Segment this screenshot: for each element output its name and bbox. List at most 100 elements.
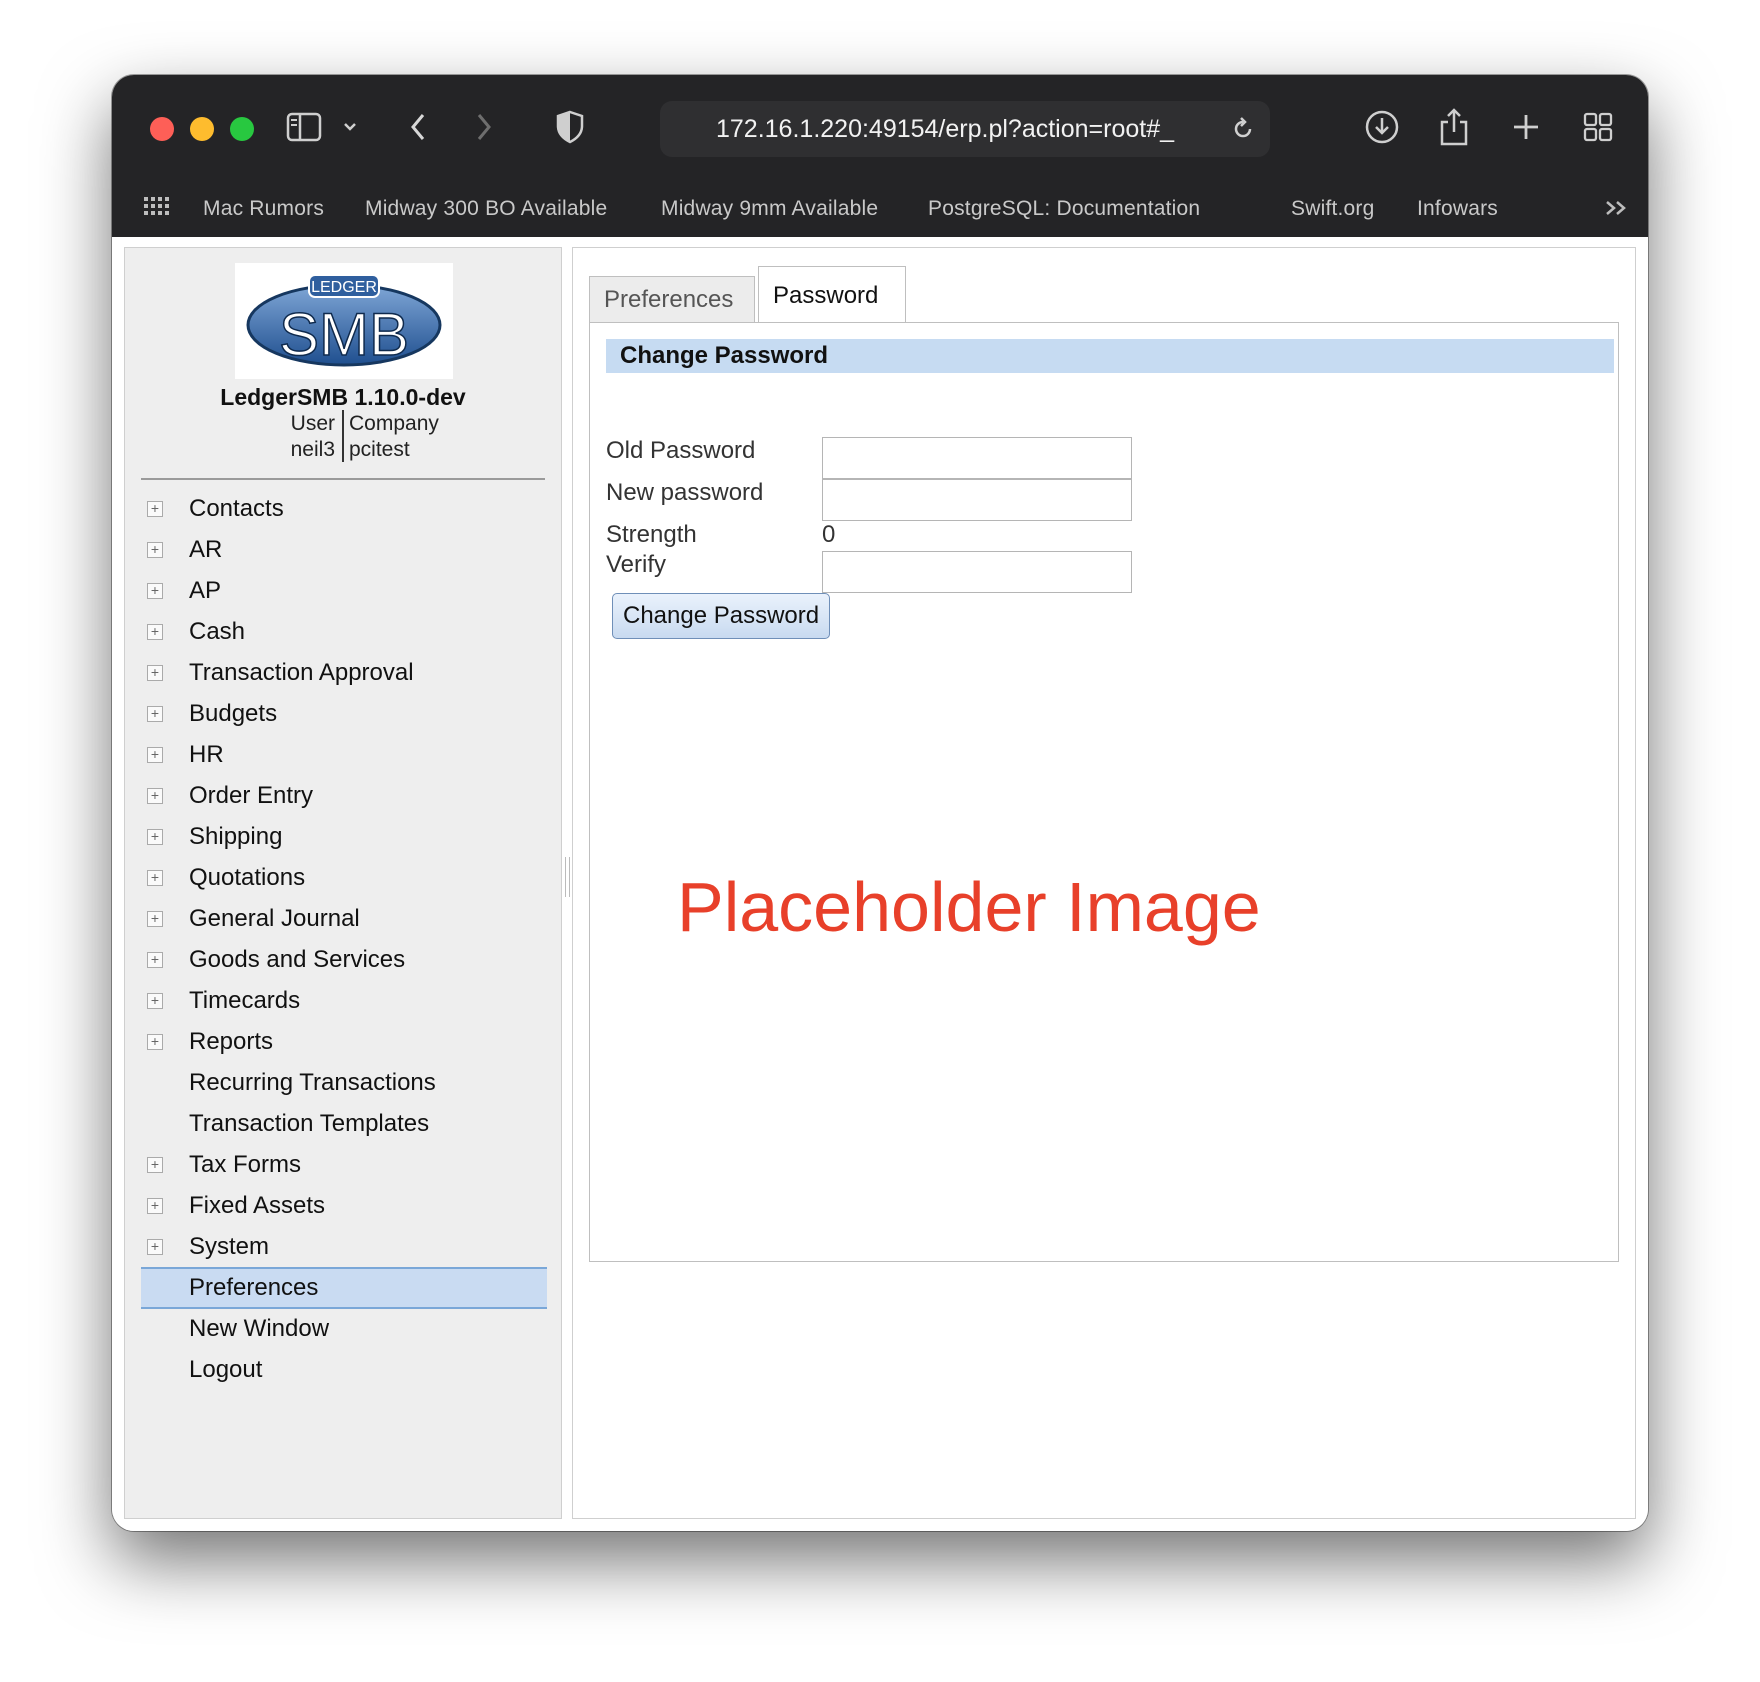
menu-item-label: Reports [189,1028,274,1055]
menu-item-system[interactable]: + System [141,1226,547,1268]
pane-splitter[interactable] [565,857,570,897]
expand-icon[interactable]: + [147,1239,163,1255]
bookmarks-bar: Mac Rumors Midway 300 BO Available Midwa… [112,185,1648,235]
expand-icon[interactable]: + [147,1034,163,1050]
menu-item-fixed-assets[interactable]: + Fixed Assets [141,1185,547,1227]
menu-item-budgets[interactable]: + Budgets [141,693,547,735]
menu-item-quotations[interactable]: + Quotations [141,857,547,899]
reload-icon[interactable] [1228,107,1258,151]
company-label: Company [349,412,439,435]
bookmark-midway-300[interactable]: Midway 300 BO Available [365,197,607,221]
menu-item-label: Quotations [189,864,306,891]
verify-label: Verify [606,551,667,578]
expand-icon[interactable]: + [147,993,163,1009]
menu-item-label: New Window [189,1315,330,1342]
chevron-down-icon[interactable] [338,105,362,149]
expand-icon[interactable]: + [147,788,163,804]
menu-item-label: Goods and Services [189,946,406,973]
more-bookmarks-icon[interactable] [1602,193,1632,223]
download-icon[interactable] [1362,105,1402,149]
new-tab-icon[interactable] [1506,105,1546,149]
menu-item-timecards[interactable]: + Timecards [141,980,547,1022]
user-info-divider [342,410,344,462]
menu-item-label: Recurring Transactions [189,1069,436,1096]
expand-icon[interactable]: + [147,542,163,558]
expand-icon[interactable]: + [147,1198,163,1214]
minimize-window-button[interactable] [190,117,214,141]
menu-item-new-window[interactable]: New Window [141,1308,547,1350]
browser-window: 172.16.1.220:49154/erp.pl?action=root#_ … [112,75,1648,1531]
url-text[interactable]: 172.16.1.220:49154/erp.pl?action=root#_ [716,115,1212,144]
tab-overview-icon[interactable] [1578,105,1618,149]
password-tab-panel: Change Password Old Password New passwor… [589,322,1619,1262]
menu-item-transaction-templates[interactable]: Transaction Templates [141,1103,547,1145]
expand-icon[interactable]: + [147,624,163,640]
menu-item-goods-and-services[interactable]: + Goods and Services [141,939,547,981]
menu-item-transaction-approval[interactable]: + Transaction Approval [141,652,547,694]
expand-icon[interactable]: + [147,870,163,886]
expand-icon[interactable]: + [147,706,163,722]
browser-toolbar: 172.16.1.220:49154/erp.pl?action=root#_ … [112,75,1648,237]
share-icon[interactable] [1434,105,1474,149]
expand-icon[interactable]: + [147,501,163,517]
menu-item-label: AR [189,536,223,563]
company-value: pcitest [349,438,410,461]
shield-icon[interactable] [552,105,588,149]
menu-item-contacts[interactable]: + Contacts [141,488,547,530]
bookmark-postgresql[interactable]: PostgreSQL: Documentation [928,197,1200,221]
menu-item-reports[interactable]: + Reports [141,1021,547,1063]
tab-password[interactable]: Password [758,266,906,324]
menu-item-ar[interactable]: + AR [141,529,547,571]
menu-item-tax-forms[interactable]: + Tax Forms [141,1144,547,1186]
menu-item-label: System [189,1233,270,1260]
menu-item-preferences[interactable]: Preferences [141,1267,547,1309]
user-label: User [290,412,335,435]
new-password-label: New password [606,479,764,506]
bookmark-infowars[interactable]: Infowars [1417,197,1498,221]
menu-item-recurring-transactions[interactable]: Recurring Transactions [141,1062,547,1104]
old-password-label: Old Password [606,437,756,464]
old-password-input[interactable] [822,437,1132,479]
menu-item-label: HR [189,741,224,768]
expand-icon[interactable]: + [147,665,163,681]
menu-item-hr[interactable]: + HR [141,734,547,776]
change-password-button[interactable]: Change Password [612,593,831,639]
sidebar-icon[interactable] [284,105,324,149]
menu-item-logout[interactable]: Logout [141,1349,547,1391]
zoom-window-button[interactable] [230,117,254,141]
tab-preferences[interactable]: Preferences [589,276,755,322]
strength-value: 0 [822,521,836,548]
expand-icon[interactable]: + [147,747,163,763]
menu-item-label: Fixed Assets [189,1192,326,1219]
expand-icon[interactable]: + [147,1157,163,1173]
grid-icon[interactable] [142,191,172,221]
back-icon[interactable] [402,105,434,149]
menu-item-label: AP [189,577,222,604]
bookmark-swift[interactable]: Swift.org [1291,197,1375,221]
menu-item-label: Logout [189,1356,263,1383]
menu-separator [141,478,545,480]
close-window-button[interactable] [150,117,174,141]
menu-item-order-entry[interactable]: + Order Entry [141,775,547,817]
menu-item-label: Budgets [189,700,278,727]
menu-item-ap[interactable]: + AP [141,570,547,612]
address-bar[interactable]: 172.16.1.220:49154/erp.pl?action=root#_ [660,101,1270,157]
forward-icon[interactable] [468,105,500,149]
page-content: LEDGER SMB LedgerSMB 1.10.0-dev User Com… [112,237,1648,1531]
verify-password-input[interactable] [822,551,1132,593]
new-password-input[interactable] [822,479,1132,521]
bookmark-midway-9mm[interactable]: Midway 9mm Available [661,197,878,221]
bookmark-mac-rumors[interactable]: Mac Rumors [203,197,324,221]
expand-icon[interactable]: + [147,952,163,968]
ledgersmb-logo: LEDGER SMB [235,263,453,379]
menu-item-label: General Journal [189,905,360,932]
menu-item-label: Preferences [189,1274,319,1301]
menu-item-label: Timecards [189,987,301,1014]
menu-item-general-journal[interactable]: + General Journal [141,898,547,940]
expand-icon[interactable]: + [147,583,163,599]
expand-icon[interactable]: + [147,829,163,845]
menu-item-cash[interactable]: + Cash [141,611,547,653]
expand-icon[interactable]: + [147,911,163,927]
menu-item-shipping[interactable]: + Shipping [141,816,547,858]
section-title: Change Password [606,339,1614,373]
